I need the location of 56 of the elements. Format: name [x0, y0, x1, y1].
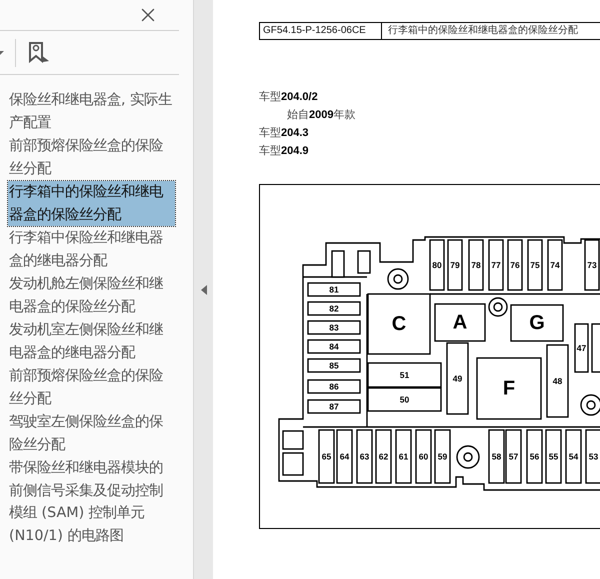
document-code: GF54.15-P-1256-06CE — [260, 23, 382, 39]
fuse-label: 47 — [576, 343, 586, 353]
fuse-label: 78 — [471, 260, 481, 270]
relay-label: F — [502, 378, 516, 400]
fuse-label: 64 — [340, 452, 350, 462]
fuse-label: 58 — [492, 452, 502, 462]
document-title: 行李箱中的保险丝和继电器盒的保险丝分配 — [387, 24, 578, 38]
fuse-label: 87 — [329, 402, 339, 412]
bookmark-item[interactable]: 带保险丝和继电器模块的前侧信号采集及促动控制模组 (SAM) 控制单元 (N10/1) 的电路图 — [8, 457, 175, 547]
model-line: 车型204.3 — [259, 127, 309, 139]
fuse-label: 49 — [452, 374, 462, 384]
bookmark-item[interactable]: 行李箱中保险丝和继电器盒的继电器分配 — [8, 227, 175, 272]
caret-icon[interactable] — [0, 48, 5, 56]
bookmark-item[interactable]: 发动机室左侧保险丝和继电器盒的继电器分配 — [8, 319, 175, 364]
fuse-label: 55 — [548, 452, 558, 462]
bookmark-item[interactable]: 前部预熔保险丝盒的保险丝分配 — [8, 365, 175, 410]
fuse-label: 79 — [450, 260, 460, 270]
fuse-label: 51 — [400, 370, 410, 380]
fuse-label: 50 — [400, 394, 410, 404]
bookmark-icon — [28, 40, 50, 64]
fuse-label: 73 — [587, 260, 597, 270]
fuse-label: 65 — [322, 452, 332, 462]
relay-label: A — [452, 312, 468, 334]
bookmark-item[interactable]: 前部预熔保险丝盒的保险丝分配 — [8, 135, 175, 180]
fuse-label: 56 — [530, 452, 540, 462]
fuse-label: 61 — [398, 452, 408, 462]
fuse-label: 85 — [329, 360, 339, 370]
collapse-arrow-icon[interactable] — [200, 284, 206, 294]
fuse-label: 53 — [588, 452, 598, 462]
fuse-label: 48 — [552, 376, 562, 386]
fuse-label: 60 — [418, 452, 428, 462]
bookmark-item[interactable]: 行李箱中的保险丝和继电器盒的保险丝分配 — [8, 181, 175, 226]
model-line: 车型204.9 — [259, 145, 309, 157]
fuse-label: 84 — [329, 342, 339, 352]
fuse-label: 86 — [329, 382, 339, 392]
model-year-line: 始自2009年款 — [287, 109, 356, 121]
bookmark-item[interactable]: 驾驶室左侧保险丝盒的保险丝分配 — [8, 411, 175, 456]
fuse-label: 81 — [329, 284, 339, 294]
bookmark-search-button[interactable] — [28, 40, 50, 64]
fuse-label: 75 — [530, 260, 540, 270]
fuse-label: 76 — [510, 260, 520, 270]
fuse-label: 57 — [508, 452, 518, 462]
bookmark-item[interactable]: 发动机舱左侧保险丝和继电器盒的保险丝分配 — [8, 273, 175, 318]
fuse-label: 80 — [432, 260, 442, 270]
fuse-label: 83 — [329, 322, 339, 332]
fuse-label: 77 — [491, 260, 501, 270]
fuse-label: 63 — [360, 452, 370, 462]
fuse-label: 82 — [329, 304, 339, 314]
fuse-label: 59 — [438, 452, 448, 462]
fuse-label: 54 — [568, 452, 578, 462]
fuse-label: 62 — [378, 452, 388, 462]
model-line: 车型204.0/2 — [259, 91, 318, 103]
relay-label: C — [392, 313, 406, 335]
fuse-label: 74 — [550, 260, 560, 270]
bookmark-item[interactable]: 保险丝和继电器盒, 实际生产配置 — [8, 89, 175, 134]
relay-label: G — [529, 312, 545, 334]
